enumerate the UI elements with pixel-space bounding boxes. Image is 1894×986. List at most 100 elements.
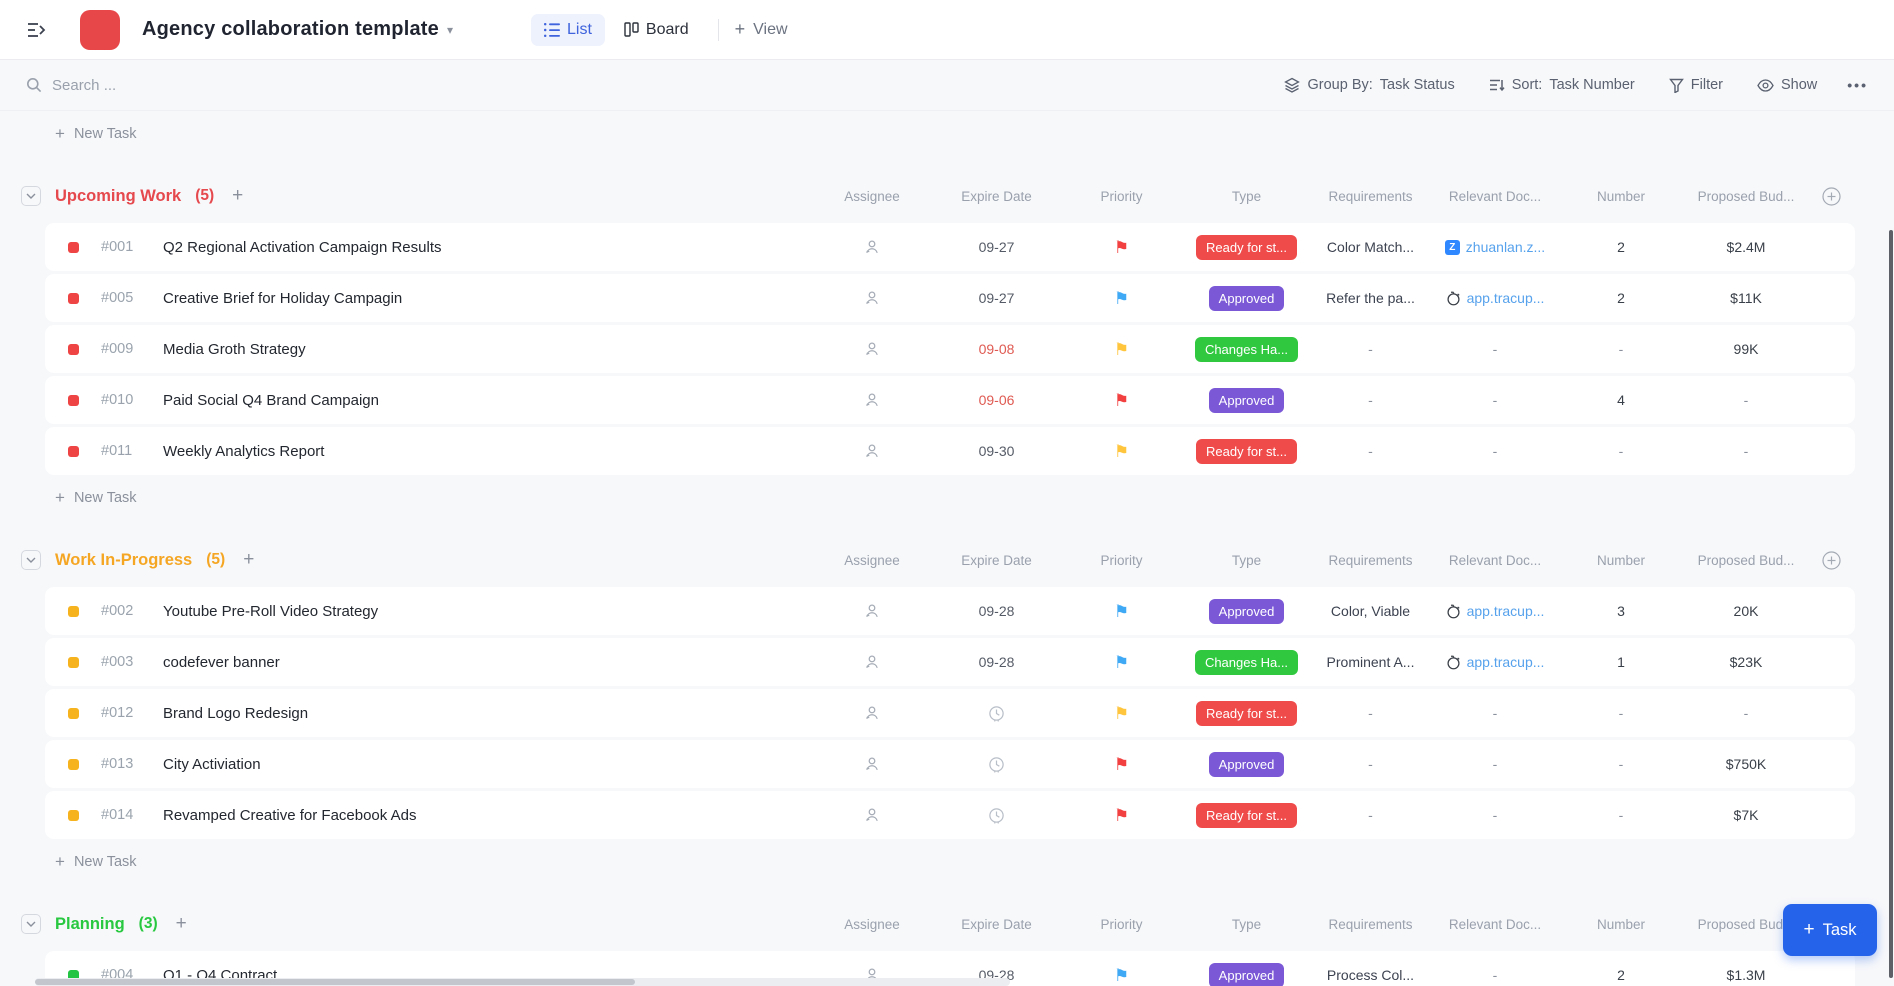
task-row[interactable]: #011Weekly Analytics Report09-30⚑Ready f… [45,427,1855,475]
requirements-cell[interactable]: Color Match... [1309,239,1432,255]
number-cell[interactable]: 2 [1558,239,1684,255]
task-row[interactable]: #012Brand Logo Redesign⚑Ready for st...-… [45,689,1855,737]
priority-cell[interactable]: ⚑ [1059,756,1184,773]
requirements-cell[interactable]: - [1309,341,1432,357]
priority-cell[interactable]: ⚑ [1059,967,1184,984]
assignee-cell[interactable] [810,442,934,460]
relevant-doc-cell[interactable]: - [1432,705,1558,721]
type-badge[interactable]: Ready for st... [1196,439,1297,464]
show-button[interactable]: Show [1757,77,1817,93]
expire-date-cell[interactable]: 09-30 [934,443,1059,459]
type-cell[interactable]: Approved [1184,599,1309,624]
proposed-budget-cell[interactable]: $23K [1684,654,1808,670]
number-cell[interactable]: 1 [1558,654,1684,670]
task-row[interactable]: #002Youtube Pre-Roll Video Strategy09-28… [45,587,1855,635]
chevron-down-icon[interactable]: ▾ [447,23,453,37]
collapse-group-button[interactable] [21,550,41,570]
tab-list[interactable]: List [531,14,605,46]
proposed-budget-cell[interactable]: - [1684,392,1808,408]
expire-date-cell[interactable]: 09-06 [934,392,1059,408]
relevant-doc-cell[interactable]: - [1432,443,1558,459]
project-logo[interactable] [80,10,120,50]
expire-date-cell[interactable] [934,807,1059,824]
tab-board[interactable]: Board [611,14,702,46]
add-task-to-group-button[interactable]: + [232,185,243,207]
expire-date-cell[interactable]: 09-08 [934,341,1059,357]
type-badge[interactable]: Changes Ha... [1195,337,1298,362]
proposed-budget-cell[interactable]: 20K [1684,603,1808,619]
expire-date-cell[interactable]: 09-27 [934,290,1059,306]
new-task-button-top[interactable]: +New Task [55,119,137,149]
expire-date-cell[interactable]: 09-28 [934,654,1059,670]
new-task-button-upcoming-work[interactable]: +New Task [55,483,137,513]
priority-cell[interactable]: ⚑ [1059,392,1184,409]
relevant-doc-cell[interactable]: app.tracup... [1432,290,1558,306]
proposed-budget-cell[interactable]: $750K [1684,756,1808,772]
doc-link[interactable]: app.tracup... [1446,290,1545,306]
group-by-control[interactable]: Group By: Task Status [1284,77,1454,93]
doc-link[interactable]: app.tracup... [1446,654,1545,670]
proposed-budget-cell[interactable]: - [1684,443,1808,459]
type-badge[interactable]: Approved [1209,388,1285,413]
more-options-icon[interactable]: ••• [1847,77,1868,93]
requirements-cell[interactable]: Process Col... [1309,967,1432,983]
requirements-cell[interactable]: - [1309,443,1432,459]
requirements-cell[interactable]: Refer the pa... [1309,290,1432,306]
type-cell[interactable]: Approved [1184,286,1309,311]
doc-link[interactable]: Zzhuanlan.z... [1445,239,1545,255]
priority-cell[interactable]: ⚑ [1059,603,1184,620]
task-row[interactable]: #014Revamped Creative for Facebook Ads⚑R… [45,791,1855,839]
proposed-budget-cell[interactable]: $1.3M [1684,967,1808,983]
add-column-button[interactable] [1808,187,1855,206]
number-cell[interactable]: 2 [1558,967,1684,983]
type-badge[interactable]: Approved [1209,286,1285,311]
number-cell[interactable]: - [1558,341,1684,357]
number-cell[interactable]: 4 [1558,392,1684,408]
task-row[interactable]: #009Media Groth Strategy09-08⚑Changes Ha… [45,325,1855,373]
assignee-cell[interactable] [810,391,934,409]
search-input[interactable]: Search ... [26,77,116,94]
add-view-button[interactable]: + View [735,19,788,40]
requirements-cell[interactable]: - [1309,705,1432,721]
assignee-cell[interactable] [810,238,934,256]
task-row[interactable]: #013City Activiation⚑Approved---$750K [45,740,1855,788]
assignee-cell[interactable] [810,704,934,722]
proposed-budget-cell[interactable]: $2.4M [1684,239,1808,255]
relevant-doc-cell[interactable]: Zzhuanlan.z... [1432,239,1558,255]
filter-button[interactable]: Filter [1669,77,1723,93]
requirements-cell[interactable]: Color, Viable [1309,603,1432,619]
expire-date-cell[interactable]: 09-28 [934,603,1059,619]
type-badge[interactable]: Approved [1209,963,1285,986]
relevant-doc-cell[interactable]: - [1432,756,1558,772]
priority-cell[interactable]: ⚑ [1059,654,1184,671]
requirements-cell[interactable]: - [1309,392,1432,408]
relevant-doc-cell[interactable]: - [1432,341,1558,357]
type-badge[interactable]: Changes Ha... [1195,650,1298,675]
assignee-cell[interactable] [810,289,934,307]
add-column-button[interactable] [1808,551,1855,570]
collapse-group-button[interactable] [21,914,41,934]
proposed-budget-cell[interactable]: 99K [1684,341,1808,357]
add-task-to-group-button[interactable]: + [176,913,187,935]
type-cell[interactable]: Changes Ha... [1184,337,1309,362]
horizontal-scrollbar[interactable] [35,979,635,985]
vertical-scrollbar[interactable] [1889,230,1893,978]
number-cell[interactable]: - [1558,443,1684,459]
relevant-doc-cell[interactable]: - [1432,807,1558,823]
relevant-doc-cell[interactable]: app.tracup... [1432,654,1558,670]
priority-cell[interactable]: ⚑ [1059,239,1184,256]
assignee-cell[interactable] [810,340,934,358]
sidebar-toggle-icon[interactable] [24,17,50,43]
priority-cell[interactable]: ⚑ [1059,443,1184,460]
task-row[interactable]: #001Q2 Regional Activation Campaign Resu… [45,223,1855,271]
type-cell[interactable]: Ready for st... [1184,803,1309,828]
assignee-cell[interactable] [810,653,934,671]
relevant-doc-cell[interactable]: - [1432,392,1558,408]
type-badge[interactable]: Approved [1209,752,1285,777]
type-cell[interactable]: Ready for st... [1184,439,1309,464]
number-cell[interactable]: - [1558,705,1684,721]
number-cell[interactable]: 2 [1558,290,1684,306]
type-cell[interactable]: Approved [1184,752,1309,777]
assignee-cell[interactable] [810,602,934,620]
number-cell[interactable]: 3 [1558,603,1684,619]
